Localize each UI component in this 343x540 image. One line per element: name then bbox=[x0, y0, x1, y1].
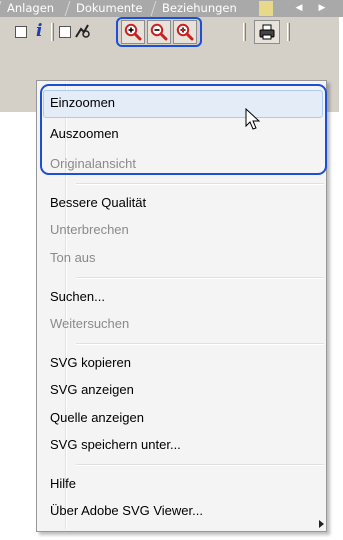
submenu-arrow-icon bbox=[319, 520, 324, 528]
menu-item-svg-speichern-unter[interactable]: SVG speichern unter... bbox=[50, 437, 181, 452]
tab-prev-button[interactable]: ◀ bbox=[291, 1, 307, 16]
menu-item-bessere-qualitaet[interactable]: Bessere Qualität bbox=[50, 195, 146, 210]
info-icon[interactable]: i bbox=[36, 21, 46, 41]
menu-item-label: Suchen... bbox=[50, 289, 105, 304]
menu-item-suchen[interactable]: Suchen... bbox=[50, 289, 105, 304]
tab-label: Anlagen bbox=[7, 1, 55, 15]
menu-separator bbox=[76, 343, 324, 345]
menu-item-ueber-adobe-svg-viewer[interactable]: Über Adobe SVG Viewer... bbox=[50, 503, 203, 518]
menu-item-svg-kopieren[interactable]: SVG kopieren bbox=[50, 355, 131, 370]
mouse-cursor-icon bbox=[245, 108, 261, 130]
tab-label: Beziehungen bbox=[162, 1, 237, 15]
toolbar-separator bbox=[287, 23, 290, 41]
print-icon bbox=[259, 24, 275, 40]
menu-item-label: Weitersuchen bbox=[50, 316, 130, 331]
menu-separator bbox=[76, 183, 324, 185]
triangle-left-icon: ◀ bbox=[295, 3, 303, 13]
print-button[interactable] bbox=[254, 20, 280, 44]
menu-item-label: Unterbrechen bbox=[50, 222, 129, 237]
menu-item-label: Ton aus bbox=[50, 250, 96, 265]
tab-strip: Anlagen Dokumente Beziehungen ◀ ▶ bbox=[0, 0, 343, 17]
menu-item-label: SVG anzeigen bbox=[50, 382, 134, 397]
info-glyph: i bbox=[36, 21, 43, 41]
tab-dokumente[interactable]: Dokumente bbox=[64, 1, 155, 16]
menu-item-quelle-anzeigen[interactable]: Quelle anzeigen bbox=[50, 410, 144, 425]
menu-item-label: SVG speichern unter... bbox=[50, 437, 181, 452]
menu-separator bbox=[76, 277, 324, 279]
hand-tool-icon[interactable] bbox=[72, 21, 92, 41]
tab-partial[interactable] bbox=[259, 1, 273, 16]
menu-item-label: Quelle anzeigen bbox=[50, 410, 144, 425]
menu-item-label: SVG kopieren bbox=[50, 355, 131, 370]
menu-item-svg-anzeigen[interactable]: SVG anzeigen bbox=[50, 382, 134, 397]
menu-item-label: Hilfe bbox=[50, 476, 77, 491]
menu-separator bbox=[76, 464, 324, 466]
tab-next-button[interactable]: ▶ bbox=[314, 1, 330, 16]
menu-item-ton-aus[interactable]: Ton aus bbox=[50, 250, 96, 265]
menu-item-hilfe[interactable]: Hilfe bbox=[50, 476, 76, 491]
tab-label: Dokumente bbox=[76, 1, 143, 15]
checkbox-2[interactable] bbox=[59, 26, 71, 38]
menu-item-weitersuchen[interactable]: Weitersuchen bbox=[50, 316, 129, 331]
menu-item-label: Bessere Qualität bbox=[50, 195, 147, 210]
tab-beziehungen[interactable]: Beziehungen bbox=[150, 1, 259, 16]
menu-item-label: Über Adobe SVG Viewer... bbox=[50, 503, 203, 518]
tab-anlagen[interactable]: Anlagen bbox=[0, 1, 69, 16]
right-edge bbox=[339, 17, 343, 112]
toolbar-separator bbox=[243, 23, 246, 41]
menu-item-unterbrechen[interactable]: Unterbrechen bbox=[50, 222, 129, 237]
annotation-outline-toolbar bbox=[116, 17, 202, 47]
toolbar-separator bbox=[51, 23, 54, 41]
annotation-outline-menu bbox=[40, 84, 327, 175]
checkbox-1[interactable] bbox=[15, 26, 27, 38]
triangle-right-icon: ▶ bbox=[318, 3, 326, 13]
